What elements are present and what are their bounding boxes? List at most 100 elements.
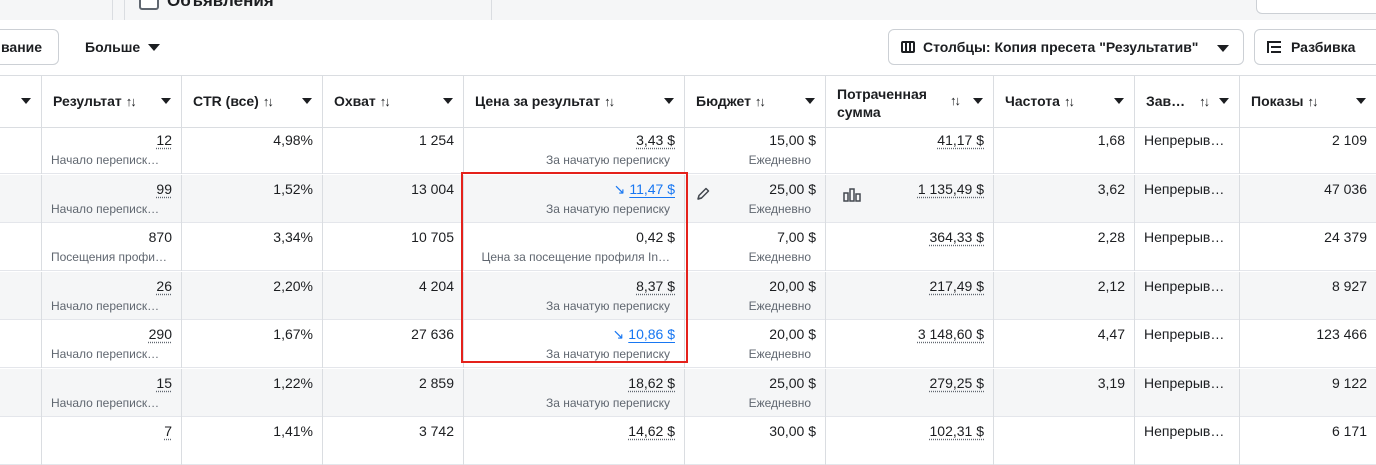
tab-ads[interactable]: Объявления [124,0,492,20]
top-right-button[interactable] [1256,0,1376,14]
header-result[interactable]: Результат ↑↓ [42,76,182,127]
spent-value[interactable]: 217,49 $ [930,278,985,294]
cell-frequency: 3,62 [994,174,1135,223]
result-value[interactable]: 26 [156,278,172,294]
budget-value[interactable]: 25,00 $ [769,181,816,197]
cell-frequency: 4,47 [994,320,1135,368]
edit-button[interactable]: вание [0,29,59,65]
budget-type: Ежедневно [748,395,811,410]
cost-value-wrap[interactable]: ↘ 11,47 $ [614,181,675,198]
cell-result: 870 Посещения профи… [42,223,182,271]
result-value[interactable]: 99 [156,181,172,197]
column-menu-icon[interactable] [21,98,31,104]
header-end[interactable]: Зав… ↑↓ [1135,76,1240,127]
sort-icon[interactable]: ↑↓ [950,93,961,108]
budget-value[interactable]: 7,00 $ [777,229,816,245]
column-menu-icon[interactable] [664,98,674,104]
table-row[interactable]: 290 Начало переписк… 1,67% 27 636 ↘ 10,86 $ За… [0,320,1376,368]
cost-value[interactable]: 3,43 $ [636,132,675,148]
cost-type: За начатую переписку [545,347,670,361]
frequency-value: 1,68 [1097,132,1125,148]
cell-end: Непрерыв… [1135,223,1240,271]
header-impressions[interactable]: Показы ↑↓ [1240,76,1376,127]
select-all-checkbox[interactable] [139,0,159,10]
bar-chart-icon[interactable] [843,186,861,202]
breakdown-button[interactable]: Разбивка [1254,29,1376,65]
column-menu-icon[interactable] [302,98,312,104]
cell-result: 290 Начало переписк… [42,320,182,368]
header-frequency[interactable]: Частота ↑↓ [994,76,1135,127]
table-row[interactable]: 15 Начало переписк… 1,22% 2 859 18,62 $ За на… [0,368,1376,417]
budget-type: Ежедневно [748,153,811,167]
cell-frequency [994,417,1135,465]
table-row[interactable]: 7 1,41% 3 742 14,62 $ 30,00 $ 102,31 $ Непреры… [0,417,1376,465]
column-menu-icon[interactable] [161,98,171,104]
cost-value-wrap[interactable]: ↘ 10,86 $ [613,326,675,343]
cost-value[interactable]: 11,47 $ [629,181,675,197]
budget-value[interactable]: 20,00 $ [769,278,816,294]
header-reach[interactable]: Охват ↑↓ [323,76,464,127]
sort-icon[interactable]: ↑↓ [126,94,137,109]
header-end-label: Зав… [1146,93,1186,109]
column-menu-icon[interactable] [973,98,983,104]
cost-value[interactable]: 0,42 $ [636,229,675,245]
cell-prev [0,320,42,368]
sort-icon[interactable]: ↑↓ [1199,94,1210,109]
column-menu-icon[interactable] [1356,98,1366,104]
cost-value[interactable]: 10,86 $ [628,326,675,342]
header-impressions-label: Показы [1251,93,1304,109]
column-menu-icon[interactable] [805,98,815,104]
cell-reach: 27 636 [323,320,464,368]
cell-spent: 3 148,60 $ [826,320,994,368]
column-menu-icon[interactable] [1114,98,1124,104]
column-menu-icon[interactable] [1219,98,1229,104]
budget-value[interactable]: 20,00 $ [769,326,816,342]
sort-icon[interactable]: ↑↓ [263,94,274,109]
table-row[interactable]: 99 Начало переписк… 1,52% 13 004 ↘ 11,47 $ За … [0,174,1376,223]
cost-value[interactable]: 14,62 $ [628,423,675,439]
more-button[interactable]: Больше [72,29,172,65]
budget-value[interactable]: 25,00 $ [769,375,816,391]
header-budget-label: Бюджет [696,93,751,109]
table-row[interactable]: 26 Начало переписк… 2,20% 4 204 8,37 $ За нач… [0,271,1376,320]
reach-value: 1 254 [418,132,454,148]
reach-value: 10 705 [411,229,454,245]
header-prev-column[interactable] [0,76,42,127]
cost-value[interactable]: 18,62 $ [628,375,675,391]
spent-value[interactable]: 3 148,60 $ [918,326,984,342]
header-budget[interactable]: Бюджет ↑↓ [685,76,826,127]
left-tab[interactable] [0,0,113,20]
spent-value[interactable]: 102,31 $ [930,423,985,439]
budget-value[interactable]: 30,00 $ [769,423,816,439]
edit-button-label: вание [1,39,43,55]
columns-preset-button[interactable]: Столбцы: Копия пресета "Результатив" [888,29,1244,65]
header-ctr[interactable]: CTR (все) ↑↓ [182,76,323,127]
header-amount-spent[interactable]: Потраченная сумма ↑↓ [826,76,994,127]
header-cost-per-result[interactable]: Цена за результат ↑↓ [464,76,685,127]
result-value[interactable]: 870 [149,229,172,245]
spent-value[interactable]: 1 135,49 $ [918,181,984,197]
result-value[interactable]: 290 [149,326,172,342]
edit-pencil-icon[interactable] [695,186,711,202]
sort-icon[interactable]: ↑↓ [1308,94,1319,109]
result-value[interactable]: 7 [164,423,172,439]
table-row[interactable]: 870 Посещения профи… 3,34% 10 705 0,42 $ Цена… [0,223,1376,271]
end-value: Непрерыв… [1144,423,1225,439]
table-row[interactable]: 12 Начало переписк… 4,98% 1 254 3,43 $ За нач… [0,126,1376,174]
spent-value[interactable]: 41,17 $ [937,132,984,148]
result-value[interactable]: 12 [156,132,172,148]
column-menu-icon[interactable] [443,98,453,104]
result-value[interactable]: 15 [156,375,172,391]
spent-value[interactable]: 279,25 $ [930,375,985,391]
sort-icon[interactable]: ↑↓ [380,94,391,109]
cell-end: Непрерыв… [1135,368,1240,417]
sort-icon[interactable]: ↑↓ [604,94,615,109]
cost-value[interactable]: 8,37 $ [636,278,675,294]
breakdown-label: Разбивка [1291,39,1356,55]
budget-value[interactable]: 15,00 $ [769,132,816,148]
cost-type: За начатую переписку [545,153,670,167]
spent-value[interactable]: 364,33 $ [930,229,985,245]
sort-icon[interactable]: ↑↓ [1064,94,1075,109]
impressions-value: 9 122 [1331,374,1367,391]
sort-icon[interactable]: ↑↓ [755,94,766,109]
